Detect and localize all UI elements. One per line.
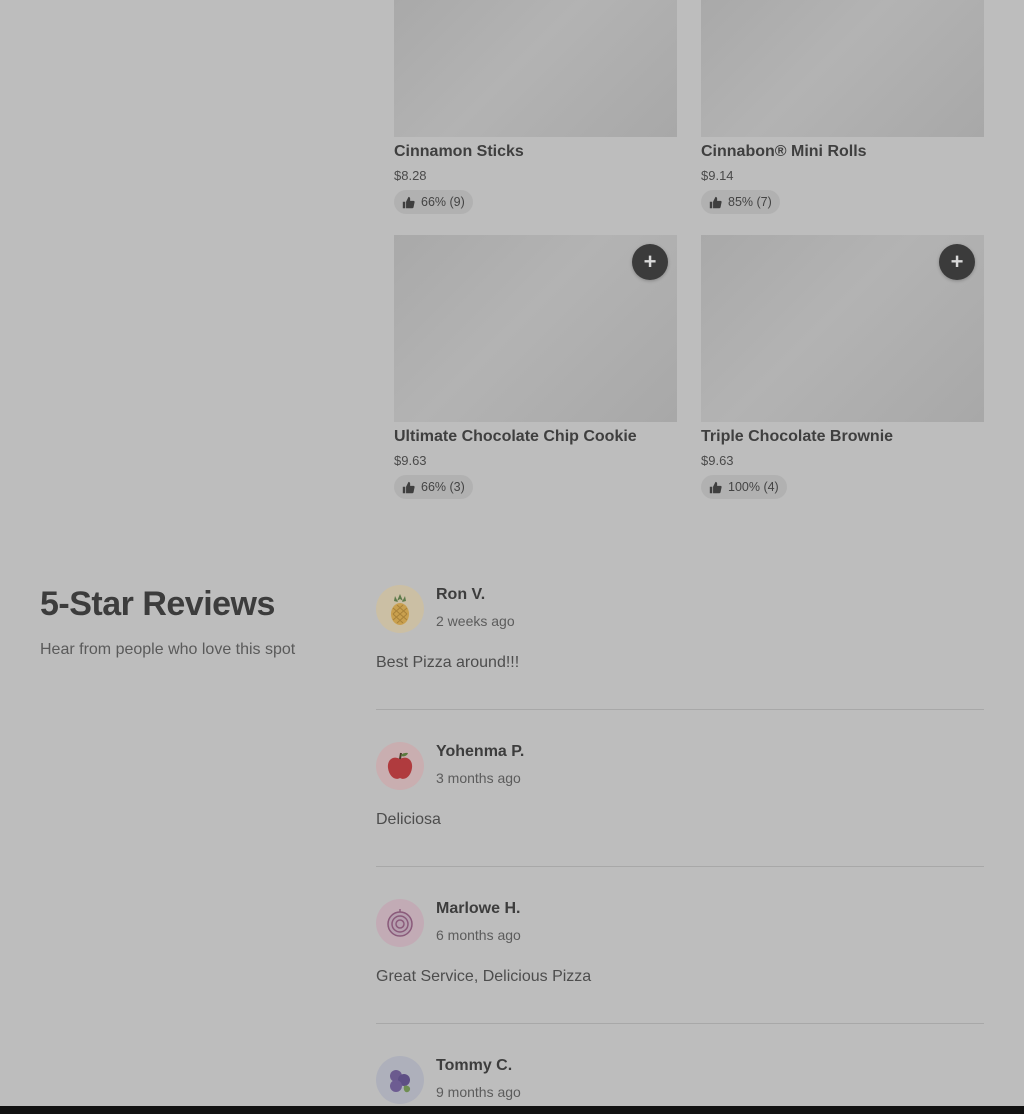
menu-item-card[interactable]: Cinnamon Sticks $8.28 66% (9) [394, 0, 677, 214]
rating-badge: 66% (9) [394, 190, 473, 214]
divider [376, 1023, 984, 1024]
review-time: 3 months ago [436, 770, 521, 786]
menu-item-card[interactable]: + Triple Chocolate Brownie $9.63 100% (4… [701, 235, 984, 499]
divider [376, 866, 984, 867]
rating-badge: 85% (7) [701, 190, 780, 214]
menu-item-card[interactable]: + Ultimate Chocolate Chip Cookie $9.63 6… [394, 235, 677, 499]
review-text: Deliciosa [376, 811, 441, 828]
menu-item-name: Triple Chocolate Brownie [701, 428, 894, 445]
blueberries-icon [390, 1070, 411, 1093]
thumbs-up-icon [402, 481, 415, 493]
reviews-title: 5-Star Reviews [40, 585, 275, 623]
thumbs-up-icon [709, 481, 722, 493]
review-time: 2 weeks ago [436, 613, 515, 629]
rating-text: 85% (7) [728, 195, 772, 209]
menu-item-price: $9.63 [701, 453, 734, 468]
divider [376, 709, 984, 710]
menu-item-name: Cinnabon® Mini Rolls [701, 143, 867, 160]
avatar [376, 585, 424, 633]
menu-item-price: $8.28 [394, 168, 427, 183]
avatar [376, 899, 424, 947]
pineapple-icon [391, 594, 409, 625]
reviewer-name: Yohenma P. [436, 743, 525, 760]
rating-text: 100% (4) [728, 480, 779, 494]
add-to-cart-button[interactable]: + [632, 244, 668, 280]
rating-text: 66% (3) [421, 480, 465, 494]
onion-icon [387, 909, 413, 937]
menu-item-image[interactable]: + [394, 235, 677, 422]
apple-icon [387, 752, 413, 779]
add-to-cart-button[interactable]: + [939, 244, 975, 280]
avatar [376, 742, 424, 790]
reviewer-name: Ron V. [436, 586, 486, 603]
rating-text: 66% (9) [421, 195, 465, 209]
reviewer-name: Marlowe H. [436, 900, 521, 917]
review-time: 9 months ago [436, 1084, 521, 1100]
thumbs-up-icon [402, 196, 415, 208]
review-time: 6 months ago [436, 927, 521, 943]
menu-item-name: Cinnamon Sticks [394, 143, 524, 160]
menu-item-name: Ultimate Chocolate Chip Cookie [394, 428, 637, 445]
reviews-subtitle: Hear from people who love this spot [40, 641, 296, 658]
reviewer-name: Tommy C. [436, 1057, 513, 1074]
review-text: Great Service, Delicious Pizza [376, 968, 592, 985]
rating-badge: 66% (3) [394, 475, 473, 499]
thumbs-up-icon [709, 196, 722, 208]
avatar [376, 1056, 424, 1104]
review-text: Best Pizza around!!! [376, 654, 520, 671]
menu-item-price: $9.14 [701, 168, 734, 183]
menu-item-image[interactable] [394, 0, 677, 137]
bottom-bar [0, 1106, 1024, 1114]
menu-item-card[interactable]: Cinnabon® Mini Rolls $9.14 85% (7) [701, 0, 984, 214]
rating-badge: 100% (4) [701, 475, 787, 499]
menu-item-image[interactable]: + [701, 235, 984, 422]
menu-item-image[interactable] [701, 0, 984, 137]
menu-item-price: $9.63 [394, 453, 427, 468]
